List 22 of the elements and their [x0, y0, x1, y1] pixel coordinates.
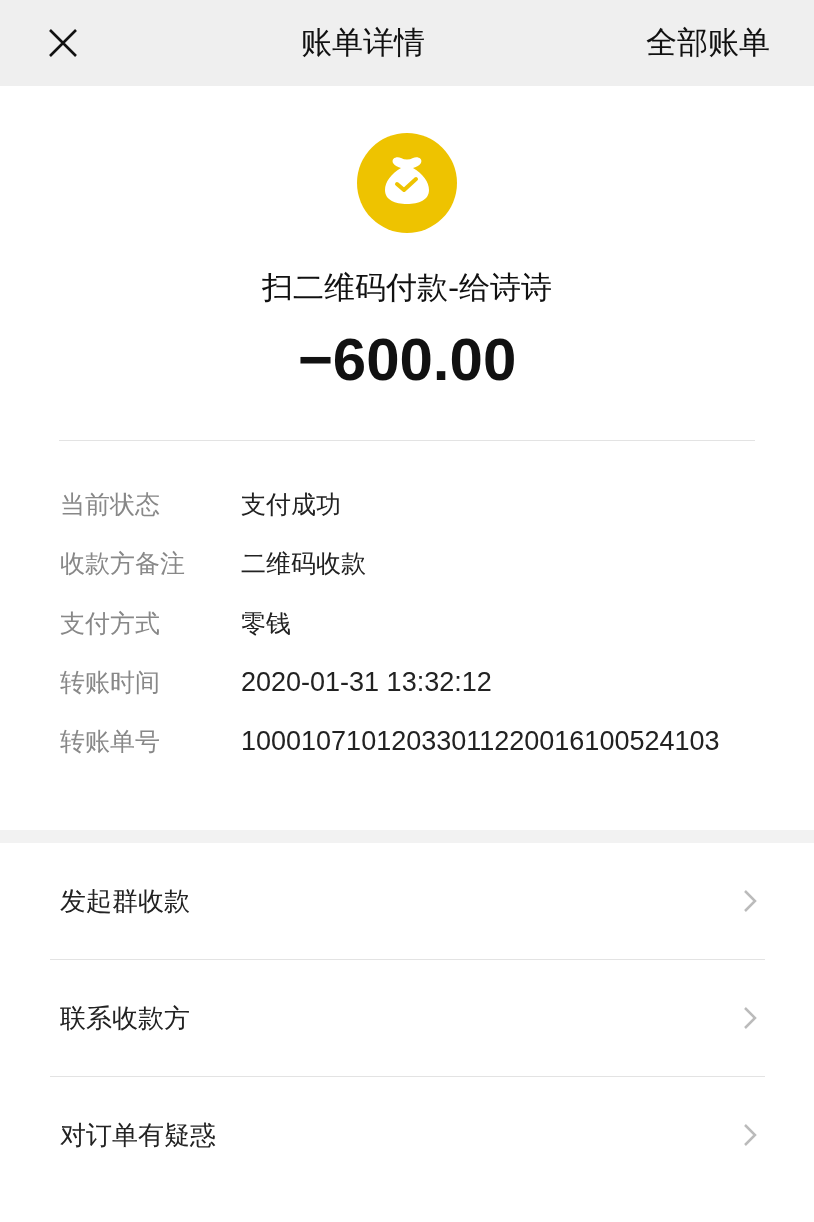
menu-item[interactable]: 联系收款方 [50, 960, 765, 1077]
chevron-icon [743, 1123, 757, 1147]
detail-value: 二维码收款 [241, 548, 366, 581]
menu-item[interactable]: 对订单有疑惑 [50, 1077, 765, 1193]
amount: −600.00 [297, 325, 517, 394]
all-bills-link[interactable]: 全部账单 [646, 22, 770, 64]
detail-value: 10001071012033011220016100524103 [241, 726, 720, 758]
payment-title: 扫二维码付款-给诗诗 [261, 268, 553, 307]
detail-value: 零钱 [241, 607, 291, 640]
money-bag-icon [357, 133, 457, 233]
detail-value: 支付成功 [241, 489, 341, 522]
chevron-icon [743, 889, 757, 913]
detail-label: 当前状态 [60, 489, 161, 522]
detail-label: 收款方备注 [60, 548, 186, 581]
page-title: 账单详情 [301, 23, 425, 62]
close-icon [48, 28, 78, 58]
detail-value: 2020-01-31 13:32:12 [241, 667, 492, 699]
detail-label: 转账时间 [60, 667, 161, 700]
chevron-icon [743, 1006, 757, 1030]
detail-label: 支付方式 [60, 607, 161, 640]
menu-item[interactable]: 发起群收款 [50, 843, 765, 960]
detail-label: 转账单号 [60, 726, 161, 759]
